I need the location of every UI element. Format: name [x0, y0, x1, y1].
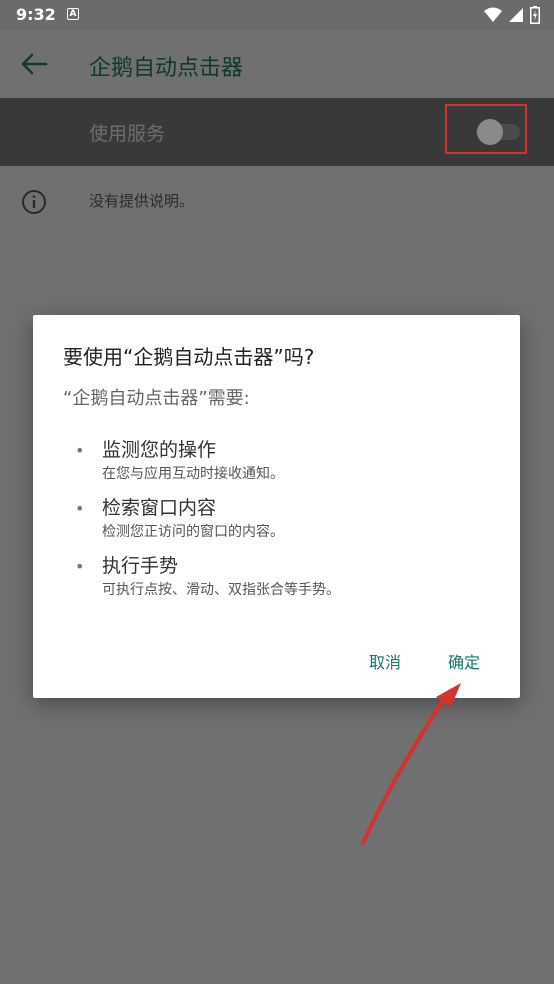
permission-item: • 监测您的操作 在您与应用互动时接收通知。: [75, 435, 495, 485]
permission-title: 检索窗口内容: [102, 497, 217, 519]
battery-icon: [530, 6, 540, 24]
bullet: •: [75, 557, 85, 576]
service-toggle-thumb[interactable]: [477, 119, 503, 145]
permission-item: • 执行手势 可执行点按、滑动、双指张合等手势。: [75, 551, 495, 601]
status-time: 9:32: [16, 5, 56, 24]
status-bar: 9:32 A: [0, 0, 554, 30]
permission-title: 执行手势: [102, 555, 179, 577]
notification-a-icon: A: [67, 8, 79, 20]
wifi-icon: [484, 7, 502, 22]
use-service-label: 使用服务: [89, 123, 166, 145]
description-text: 没有提供说明。: [89, 192, 195, 210]
permission-dialog: 要使用“企鹅自动点击器”吗? “企鹅自动点击器”需要: • 监测您的操作 在您与…: [33, 315, 520, 698]
status-icons: [484, 6, 540, 24]
permission-description: 检测您正访问的窗口的内容。: [102, 524, 284, 540]
permission-description: 可执行点按、滑动、双指张合等手势。: [102, 582, 340, 598]
cancel-button[interactable]: 取消: [369, 649, 401, 673]
info-icon: [22, 190, 46, 214]
dialog-title: 要使用“企鹅自动点击器”吗?: [63, 345, 315, 369]
dialog-subtitle: “企鹅自动点击器”需要:: [63, 388, 250, 409]
permission-title: 监测您的操作: [102, 439, 217, 461]
app-title: 企鹅自动点击器: [89, 56, 244, 81]
app-bar: 企鹅自动点击器: [0, 30, 554, 98]
bullet: •: [75, 441, 85, 460]
permission-item: • 检索窗口内容 检测您正访问的窗口的内容。: [75, 493, 495, 543]
bullet: •: [75, 499, 85, 518]
permission-description: 在您与应用互动时接收通知。: [102, 466, 284, 482]
arrow-left-icon[interactable]: [20, 52, 48, 76]
use-service-row[interactable]: 使用服务: [0, 98, 554, 166]
confirm-button[interactable]: 确定: [448, 649, 480, 673]
signal-icon: [509, 8, 523, 22]
